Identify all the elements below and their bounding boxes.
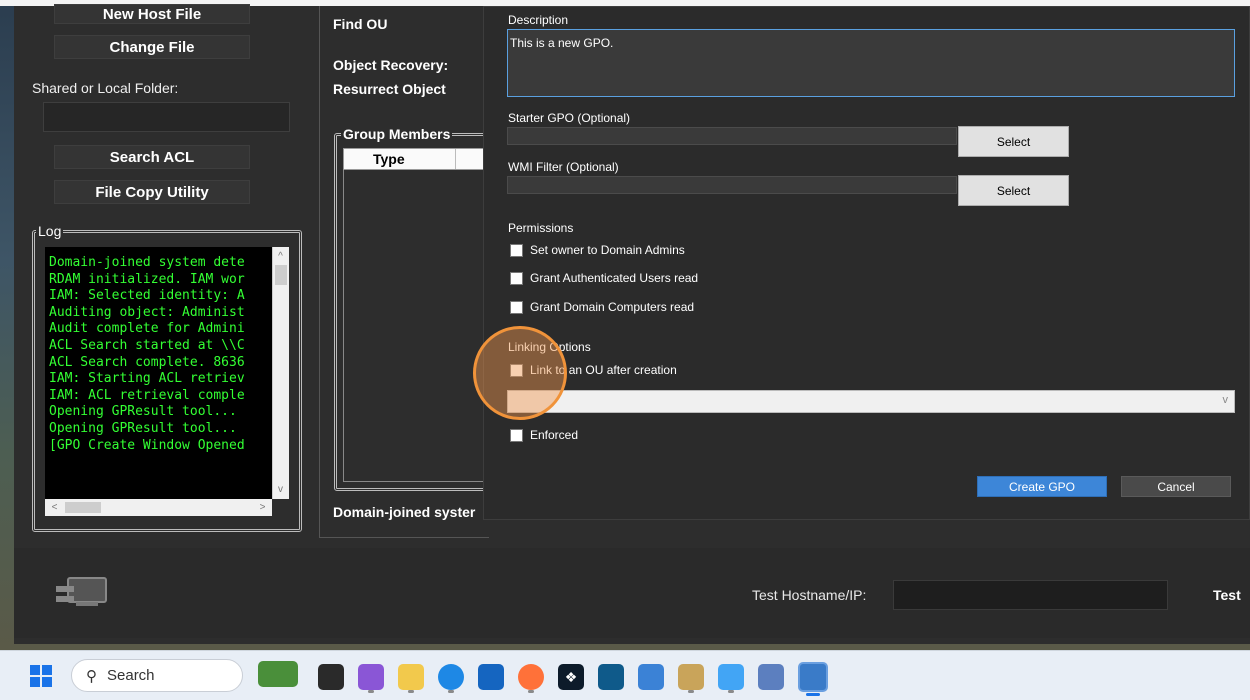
log-horizontal-scrollbar[interactable]: < > bbox=[45, 499, 272, 516]
new-host-file-button[interactable]: New Host File bbox=[54, 4, 250, 24]
log-line: Opening GPResult tool... bbox=[49, 420, 237, 436]
archive-icon[interactable] bbox=[678, 664, 704, 690]
wmi-filter-field[interactable] bbox=[507, 176, 957, 194]
active-app-icon[interactable] bbox=[798, 662, 828, 692]
network-tool-icon[interactable] bbox=[758, 664, 784, 690]
log-line: Domain-joined system dete bbox=[49, 255, 245, 270]
ou-combobox[interactable]: v bbox=[507, 390, 1235, 413]
chevron-down-icon[interactable]: v bbox=[1223, 394, 1229, 406]
shared-folder-label: Shared or Local Folder: bbox=[32, 80, 179, 96]
dropbox-icon[interactable]: ❖ bbox=[558, 664, 584, 690]
file-explorer-icon[interactable] bbox=[398, 664, 424, 690]
scroll-up-icon[interactable]: ^ bbox=[273, 249, 288, 264]
notepad-icon[interactable] bbox=[718, 664, 744, 690]
scroll-left-icon[interactable]: < bbox=[47, 500, 62, 515]
log-line: IAM: Selected identity: A bbox=[49, 288, 245, 304]
members-list-header: Type bbox=[343, 148, 488, 170]
taskbar-search[interactable]: ⚲ Search bbox=[71, 659, 243, 692]
search-acl-button[interactable]: Search ACL bbox=[54, 145, 250, 169]
create-gpo-button[interactable]: Create GPO bbox=[977, 476, 1107, 497]
store-icon[interactable] bbox=[478, 664, 504, 690]
explorer-running-dot bbox=[408, 690, 414, 693]
log-line: ACL Search complete. 8636 bbox=[49, 354, 245, 370]
test-hostname-input[interactable] bbox=[893, 580, 1168, 610]
test-hostname-label: Test Hostname/IP: bbox=[752, 587, 867, 603]
windows-start-icon[interactable] bbox=[30, 665, 52, 687]
description-label: Description bbox=[508, 13, 569, 27]
task-view-icon[interactable] bbox=[318, 664, 344, 690]
enforced-checkbox[interactable] bbox=[510, 428, 523, 442]
log-textarea[interactable]: Domain-joined system dete RDAM initializ… bbox=[45, 247, 289, 499]
log-line: IAM: Starting ACL retriev bbox=[49, 371, 245, 387]
perm-auth-users-row[interactable]: Grant Authenticated Users read bbox=[510, 271, 698, 285]
log-line: [GPO Create Window Opened bbox=[49, 437, 245, 453]
log-line: ACL Search started at \\C bbox=[49, 337, 245, 353]
scroll-down-icon[interactable]: v bbox=[273, 482, 288, 497]
perm-auth-users-label: Grant Authenticated Users read bbox=[530, 271, 699, 285]
file-copy-utility-button[interactable]: File Copy Utility bbox=[54, 180, 250, 204]
perm-domain-computers-row[interactable]: Grant Domain Computers read bbox=[510, 300, 694, 314]
active-app-indicator bbox=[806, 693, 820, 696]
scroll-right-icon[interactable]: > bbox=[255, 500, 270, 515]
log-line: Auditing object: Administ bbox=[49, 304, 245, 320]
object-recovery-label: Object Recovery: bbox=[333, 57, 449, 73]
status-text: Domain-joined syster bbox=[333, 504, 476, 520]
description-value: This is a new GPO. bbox=[510, 36, 614, 50]
log-vertical-scrollbar[interactable]: ^ v bbox=[272, 247, 289, 499]
perm-auth-users-checkbox[interactable] bbox=[510, 271, 523, 285]
log-line: Opening GPResult tool... bbox=[49, 404, 237, 420]
m365-running-dot bbox=[368, 690, 374, 693]
create-gpo-dialog: Description This is a new GPO. Starter G… bbox=[483, 6, 1250, 520]
find-ou-label[interactable]: Find OU bbox=[333, 16, 387, 32]
resurrect-object-label[interactable]: Resurrect Object bbox=[333, 81, 446, 97]
click-highlight bbox=[473, 326, 567, 420]
widgets-icon[interactable] bbox=[258, 661, 298, 687]
firefox-icon[interactable] bbox=[518, 664, 544, 690]
archive-running-dot bbox=[688, 690, 694, 693]
m365-icon[interactable] bbox=[358, 664, 384, 690]
enforced-label: Enforced bbox=[530, 428, 579, 442]
description-textarea[interactable]: This is a new GPO. bbox=[507, 29, 1235, 97]
log-line: RDAM initialized. IAM wor bbox=[49, 271, 245, 287]
search-placeholder: Search bbox=[107, 667, 155, 684]
remote-desktop-icon[interactable] bbox=[638, 664, 664, 690]
search-icon: ⚲ bbox=[86, 667, 97, 685]
column-divider bbox=[455, 149, 456, 169]
perm-domain-computers-label: Grant Domain Computers read bbox=[530, 300, 695, 314]
wmi-filter-label: WMI Filter (Optional) bbox=[508, 160, 619, 174]
starter-gpo-field[interactable] bbox=[507, 127, 957, 145]
log-title: Log bbox=[36, 223, 64, 239]
type-column-header[interactable]: Type bbox=[373, 151, 405, 167]
shared-folder-input[interactable] bbox=[43, 102, 290, 132]
edge-icon[interactable] bbox=[438, 664, 464, 690]
scroll-thumb[interactable] bbox=[275, 265, 287, 285]
firefox-running-dot bbox=[528, 690, 534, 693]
enforced-row[interactable]: Enforced bbox=[510, 428, 578, 442]
perm-owner-row[interactable]: Set owner to Domain Admins bbox=[510, 243, 685, 257]
perm-owner-checkbox[interactable] bbox=[510, 243, 523, 257]
notepad-running-dot bbox=[728, 690, 734, 693]
calculator-icon[interactable] bbox=[598, 664, 624, 690]
change-file-button[interactable]: Change File bbox=[54, 35, 250, 59]
starter-select-button[interactable]: Select bbox=[958, 126, 1069, 157]
test-button[interactable]: Test bbox=[1213, 587, 1241, 603]
group-members-title: Group Members bbox=[341, 126, 453, 142]
wmi-select-button[interactable]: Select bbox=[958, 175, 1069, 206]
scroll-thumb-horizontal[interactable] bbox=[65, 502, 101, 513]
cancel-button[interactable]: Cancel bbox=[1121, 476, 1231, 497]
log-line: Audit complete for Admini bbox=[49, 321, 245, 337]
perm-domain-computers-checkbox[interactable] bbox=[510, 300, 523, 314]
permissions-label: Permissions bbox=[508, 221, 574, 235]
members-list[interactable] bbox=[343, 170, 488, 482]
network-computer-icon bbox=[56, 577, 107, 606]
starter-gpo-label: Starter GPO (Optional) bbox=[508, 111, 631, 125]
log-line: IAM: ACL retrieval comple bbox=[49, 387, 245, 403]
perm-owner-label: Set owner to Domain Admins bbox=[530, 243, 685, 257]
edge-running-dot bbox=[448, 690, 454, 693]
